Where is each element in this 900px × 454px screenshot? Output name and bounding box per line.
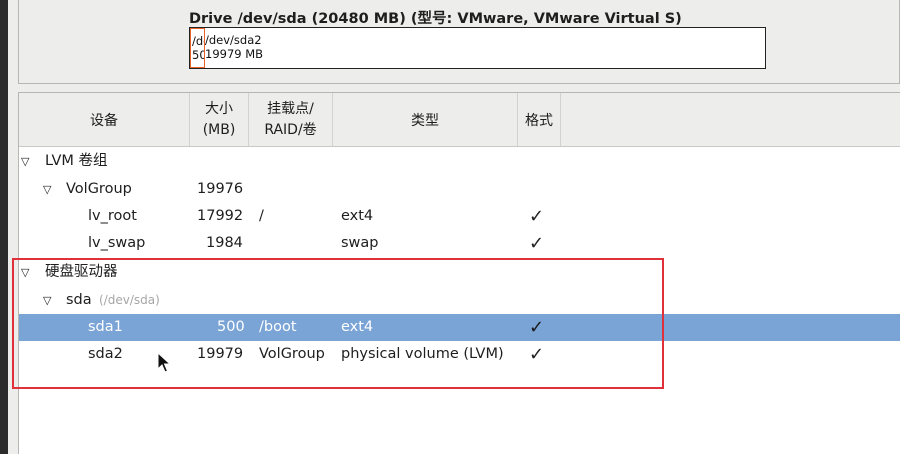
mount-value: / [259,208,264,224]
device-name: LVM 卷组 [45,153,108,169]
device-name: lv_swap [88,235,146,251]
partition-tree: 设备 大小 (MB) 挂载点/RAID/卷 类型 格式 ▽ LVM 卷组 ▽ Vo… [18,92,900,454]
device-name: sda [66,292,92,308]
device-name: sda1 [88,319,123,335]
tree-row-hard-drives[interactable]: ▽ 硬盘驱动器 [19,259,900,286]
size-value: 19976 [197,181,244,197]
device-path: (/dev/sda) [99,293,160,307]
type-value: ext4 [341,208,374,224]
tree-row-sda[interactable]: ▽ sda (/dev/sda) [19,287,900,314]
size-value: 500 [217,319,245,335]
format-check-icon[interactable]: ✓ [529,314,544,341]
drive-partition-map: /dev/sda1 500 MB /dev/sda2 19979 MB [189,27,766,69]
size-value: 19979 [197,346,244,362]
segment-name: /dev/sda1 [192,34,204,48]
expander-icon[interactable]: ▽ [21,259,29,286]
window-edge [0,0,8,454]
column-header-mount[interactable]: 挂载点/RAID/卷 [249,93,333,146]
column-header-type[interactable]: 类型 [333,93,518,146]
mount-value: /boot [259,319,297,335]
type-value: physical volume (LVM) [341,346,504,362]
size-value: 1984 [206,235,243,251]
type-value: ext4 [341,319,374,335]
tree-row-sda2[interactable]: sda2 19979 VolGroup physical volume (LVM… [19,341,900,368]
format-check-icon[interactable]: ✓ [529,203,544,230]
column-header-bar: 设备 大小 (MB) 挂载点/RAID/卷 类型 格式 [19,93,900,147]
tree-row-lvm-groups[interactable]: ▽ LVM 卷组 [19,148,900,175]
type-value: swap [341,235,379,251]
size-value: 17992 [197,208,244,224]
column-header-device[interactable]: 设备 [19,93,190,146]
device-name: lv_root [88,208,137,224]
partition-segment-sda2[interactable]: /dev/sda2 19979 MB [205,28,765,68]
device-name: 硬盘驱动器 [45,264,118,280]
device-name: sda2 [88,346,123,362]
expander-icon[interactable]: ▽ [43,176,51,203]
tree-row-sda1[interactable]: sda1 500 /boot ext4 ✓ [19,314,900,341]
arrow-cursor-icon [157,352,171,373]
segment-size: 19979 MB [205,47,264,61]
tree-row-lv-root[interactable]: lv_root 17992 / ext4 ✓ [19,203,900,230]
format-check-icon[interactable]: ✓ [529,230,544,257]
mount-value: VolGroup [259,346,325,362]
segment-size: 500 MB [192,48,204,62]
expander-icon[interactable]: ▽ [43,287,51,314]
partition-segment-sda1[interactable]: /dev/sda1 500 MB [190,28,205,68]
segment-name: /dev/sda2 [205,33,262,47]
column-header-format[interactable]: 格式 [518,93,561,146]
expander-icon[interactable]: ▽ [21,148,29,175]
tree-row-lv-swap[interactable]: lv_swap 1984 swap ✓ [19,230,900,257]
column-header-size[interactable]: 大小 (MB) [190,93,249,146]
device-name: VolGroup [66,181,132,197]
drive-title: Drive /dev/sda (20480 MB) (型号: VMware, V… [189,11,682,27]
tree-row-volgroup[interactable]: ▽ VolGroup 19976 [19,176,900,203]
format-check-icon[interactable]: ✓ [529,341,544,368]
